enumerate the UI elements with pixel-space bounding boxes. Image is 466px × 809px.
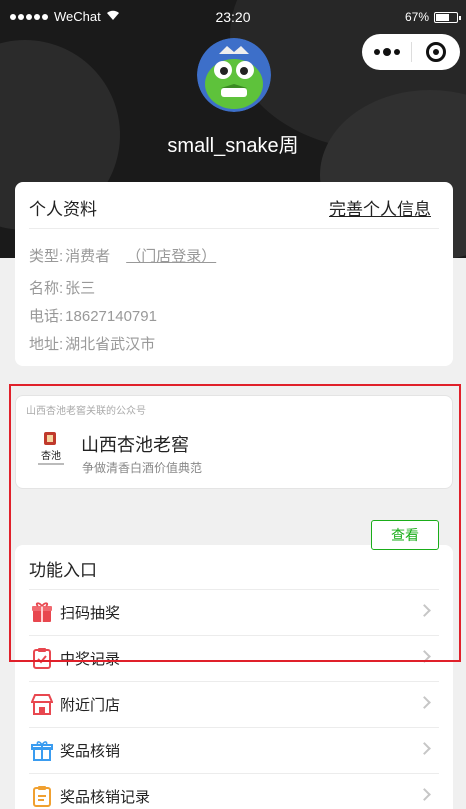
function-entry-card: 功能入口 扫码抽奖 中奖记录 附近门店 奖品核销 奖品核销记录 xyxy=(15,545,453,809)
type-row: 类型: 消费者 （门店登录） xyxy=(29,245,216,266)
more-dot xyxy=(393,49,400,55)
avatar[interactable] xyxy=(197,38,271,112)
official-account-slogan: 争做清香白酒价值典范 xyxy=(82,461,203,475)
status-bar: WeChat 23:20 67% xyxy=(0,0,466,36)
battery-fill xyxy=(436,13,449,21)
view-button[interactable]: 查看 xyxy=(371,520,439,550)
type-label: 类型: xyxy=(29,248,64,265)
address-row: 地址: 湖北省武汉市 xyxy=(29,333,155,354)
battery-icon xyxy=(434,11,461,23)
more-menu-button[interactable] xyxy=(362,34,411,70)
username: small_snake周 xyxy=(167,135,299,157)
function-item-label: 扫码抽奖 xyxy=(60,605,121,622)
type-value: 消费者 xyxy=(65,248,111,265)
divider xyxy=(29,681,439,682)
official-account-caption: 山西杏池老窖关联的公众号 xyxy=(26,406,146,417)
complete-profile-link[interactable]: 完善个人信息 xyxy=(329,195,431,220)
function-item-label: 中奖记录 xyxy=(60,651,121,668)
battery-tip xyxy=(459,15,461,20)
function-item-prize-redeem[interactable]: 奖品核销 xyxy=(15,727,453,773)
battery-status: 67% xyxy=(404,10,461,24)
name-row: 名称: 张三 xyxy=(29,277,95,298)
clipboard-icon xyxy=(31,647,53,669)
gift-box-icon xyxy=(31,601,53,623)
more-dot xyxy=(382,48,391,56)
store-icon xyxy=(30,693,54,715)
chevron-right-icon xyxy=(418,650,431,663)
clock: 23:20 xyxy=(215,9,251,25)
chevron-right-icon xyxy=(418,788,431,801)
function-item-scan-lottery[interactable]: 扫码抽奖 xyxy=(15,589,453,635)
chevron-right-icon xyxy=(418,604,431,617)
function-item-label: 奖品核销 xyxy=(60,743,121,760)
function-item-label: 奖品核销记录 xyxy=(60,789,151,806)
more-dot xyxy=(373,49,380,55)
divider xyxy=(29,228,439,229)
chevron-right-icon xyxy=(418,742,431,755)
divider xyxy=(29,727,439,728)
brand-logo: 杏池 xyxy=(32,430,70,470)
phone-row: 电话: 18627140791 xyxy=(29,305,157,326)
clipboard-icon xyxy=(31,785,53,807)
function-item-prize-records[interactable]: 中奖记录 xyxy=(15,635,453,681)
function-item-redeem-records[interactable]: 奖品核销记录 xyxy=(15,773,453,809)
gift-icon xyxy=(31,739,53,761)
function-item-nearby-stores[interactable]: 附近门店 xyxy=(15,681,453,727)
name-value: 张三 xyxy=(65,280,96,297)
chevron-right-icon xyxy=(418,696,431,709)
divider xyxy=(29,773,439,774)
divider xyxy=(29,589,439,590)
official-account-name: 山西杏池老窖 xyxy=(81,435,189,455)
name-label: 名称: xyxy=(29,280,64,297)
address-label: 地址: xyxy=(29,336,64,353)
phone-value: 18627140791 xyxy=(65,308,157,325)
profile-title: 个人资料 xyxy=(29,200,97,219)
official-account-card[interactable]: 山西杏池老窖关联的公众号 杏池 山西杏池老窖 争做清香白酒价值典范 xyxy=(15,395,453,489)
function-entry-title: 功能入口 xyxy=(29,561,97,580)
miniprogram-capsule xyxy=(362,34,460,70)
close-miniprogram-button[interactable] xyxy=(412,34,460,70)
function-item-label: 附近门店 xyxy=(60,697,121,714)
profile-card: 个人资料 完善个人信息 类型: 消费者 （门店登录） 名称: 张三 电话: 186271… xyxy=(15,182,453,366)
phone-label: 电话: xyxy=(29,308,64,325)
svg-text:杏池: 杏池 xyxy=(41,449,61,462)
address-value: 湖北省武汉市 xyxy=(65,336,156,353)
store-login-link[interactable]: （门店登录） xyxy=(126,248,216,265)
close-circle-icon xyxy=(426,42,446,62)
battery-percent: 67% xyxy=(404,10,429,24)
divider xyxy=(29,635,439,636)
